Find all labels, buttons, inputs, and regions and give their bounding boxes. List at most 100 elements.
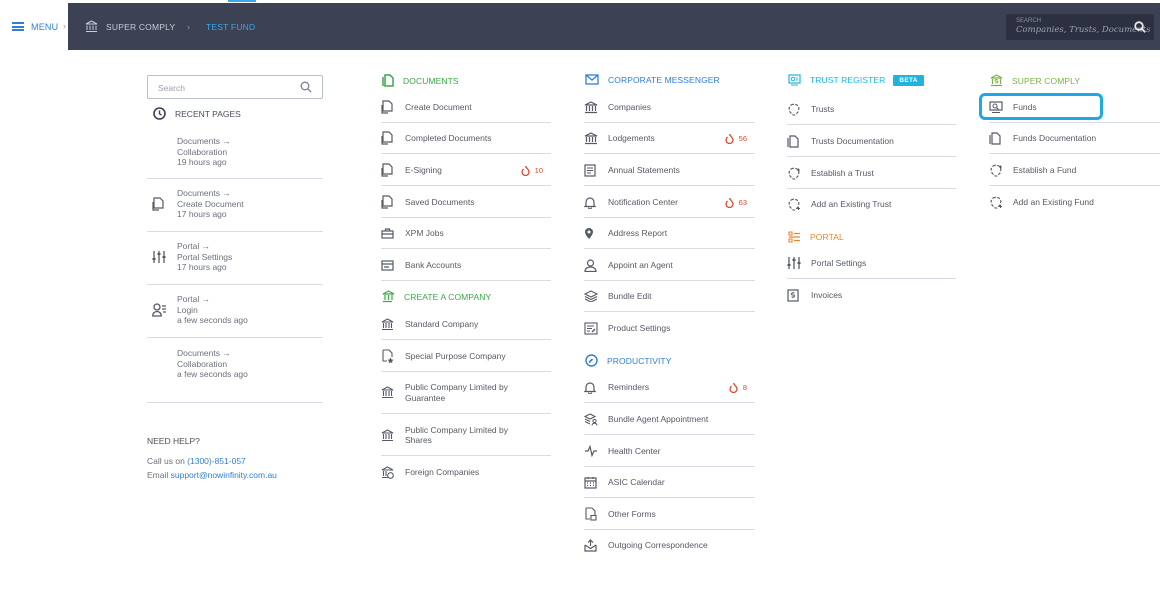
- documents-item-bank-accounts[interactable]: Bank Accounts: [381, 250, 551, 281]
- flame-icon: [729, 382, 738, 393]
- reminders-badge: 8: [729, 382, 747, 393]
- flame-icon: [725, 197, 734, 208]
- recent-page-item[interactable]: Portal → Login a few seconds ago: [147, 286, 323, 338]
- lodgements-count: 56: [738, 133, 747, 143]
- super-item-label: Add an Existing Fund: [1013, 197, 1094, 208]
- recent-pages-heading: RECENT PAGES: [153, 107, 241, 120]
- super-item-establish-fund[interactable]: Establish a Fund: [989, 155, 1160, 186]
- company-item-standard[interactable]: Standard Company: [381, 309, 551, 340]
- corporate-item-annual-statements[interactable]: Annual Statements: [584, 155, 755, 186]
- breadcrumb-home[interactable]: SUPER COMPLY: [85, 3, 175, 50]
- recent-page-section: Documents →: [177, 136, 231, 146]
- building-plus-icon: [382, 290, 395, 303]
- corporate-item-label: Lodgements: [608, 132, 655, 143]
- recent-page-item[interactable]: Documents → Collaboration a few seconds …: [147, 339, 323, 403]
- documents-item-saved-documents[interactable]: Saved Documents: [381, 187, 551, 218]
- map-pin-icon: [585, 227, 593, 239]
- corporate-item-product-settings[interactable]: Product Settings: [584, 313, 755, 344]
- productivity-item-asic-calendar[interactable]: ASIC Calendar: [584, 467, 755, 498]
- help-email-link[interactable]: support@nowinfinity.com.au: [171, 470, 277, 480]
- corporate-item-lodgements[interactable]: Lodgements 56: [584, 123, 755, 154]
- outbox-icon: [584, 539, 597, 552]
- bank-icon: [584, 131, 598, 144]
- documents-icon: [382, 74, 394, 87]
- recent-page-item[interactable]: Portal → Portal Settings 17 hours ago: [147, 233, 323, 285]
- envelope-icon: [585, 74, 599, 85]
- documents-item-e-signing[interactable]: E-Signing 10: [381, 155, 551, 186]
- portal-item-invoices[interactable]: Invoices: [787, 280, 956, 311]
- corporate-item-label: Appoint an Agent: [608, 259, 673, 270]
- bell-icon: [584, 196, 596, 209]
- corporate-item-notification-center[interactable]: Notification Center 63: [584, 187, 755, 218]
- documents-heading: DOCUMENTS: [382, 74, 459, 87]
- help-phone-link[interactable]: (1300)-851-057: [187, 456, 246, 466]
- corporate-item-bundle-edit[interactable]: Bundle Edit: [584, 281, 755, 312]
- global-search-input[interactable]: SEARCH Companies, Trusts, Documents: [1006, 14, 1154, 40]
- help-phone-line: Call us on (1300)-851-057: [147, 456, 246, 466]
- trust-item-add-existing-trust[interactable]: Add an Existing Trust: [787, 189, 956, 220]
- corporate-item-appoint-agent[interactable]: Appoint an Agent: [584, 250, 755, 281]
- create-company-title: CREATE A COMPANY: [404, 291, 492, 302]
- portal-item-settings[interactable]: Portal Settings: [787, 248, 956, 279]
- create-company-heading: CREATE A COMPANY: [382, 290, 491, 303]
- company-item-public-guarantee[interactable]: Public Company Limited by Guarantee: [381, 372, 551, 414]
- pulse-icon: [585, 445, 597, 457]
- productivity-item-outgoing-correspondence[interactable]: Outgoing Correspondence: [584, 530, 755, 561]
- super-comply-title: SUPER COMPLY: [1012, 75, 1081, 86]
- help-email-line: Email support@nowinfinity.com.au: [147, 470, 277, 480]
- portal-item-label: Invoices: [811, 290, 843, 301]
- document-sign-icon: [381, 163, 393, 177]
- menu-button[interactable]: MENU: [0, 3, 68, 50]
- global-search-caption: SEARCH: [1016, 18, 1042, 24]
- super-item-funds-documentation[interactable]: Funds Documentation: [989, 123, 1160, 154]
- lodgements-badge: 56: [725, 133, 747, 144]
- recent-page-item[interactable]: Documents → Collaboration 19 hours ago: [147, 127, 323, 179]
- productivity-item-label: ASIC Calendar: [608, 476, 665, 487]
- need-help-title: NEED HELP?: [147, 436, 200, 446]
- menu-search-input[interactable]: Search: [147, 75, 323, 99]
- super-item-add-existing-fund[interactable]: Add an Existing Fund: [989, 187, 1160, 218]
- settings-list-icon: [584, 322, 598, 335]
- trust-item-trusts[interactable]: Trusts: [787, 94, 956, 125]
- corporate-item-companies[interactable]: Companies: [584, 92, 755, 123]
- documents-icon: [989, 131, 1001, 145]
- company-item-public-shares[interactable]: Public Company Limited by Shares: [381, 415, 551, 456]
- documents-icon: [787, 134, 799, 148]
- productivity-item-other-forms[interactable]: Other Forms: [584, 499, 755, 530]
- bank-dollar-icon: [990, 74, 1003, 87]
- documents-item-xpm-jobs[interactable]: XPM Jobs: [381, 218, 551, 249]
- trust-item-trusts-documentation[interactable]: Trusts Documentation: [787, 126, 956, 157]
- help-email-label: Email: [147, 470, 171, 480]
- breadcrumb-separator: ›: [187, 21, 191, 32]
- productivity-item-health-center[interactable]: Health Center: [584, 436, 755, 467]
- trust-register-title: TRUST REGISTER: [810, 75, 886, 85]
- recent-page-name: Collaboration: [177, 146, 228, 157]
- documents-item-label: XPM Jobs: [405, 227, 444, 238]
- company-item-foreign[interactable]: Foreign Companies: [381, 457, 551, 488]
- trust-item-label: Add an Existing Trust: [811, 199, 892, 210]
- productivity-heading: PRODUCTIVITY: [585, 354, 671, 367]
- documents-item-completed-documents[interactable]: Completed Documents: [381, 123, 551, 154]
- productivity-item-bundle-agent[interactable]: Bundle Agent Appointment: [584, 404, 755, 435]
- company-item-special-purpose[interactable]: Special Purpose Company: [381, 341, 551, 372]
- recent-page-time: 17 hours ago: [177, 262, 227, 272]
- register-icon: [788, 74, 801, 86]
- trust-item-establish-trust[interactable]: Establish a Trust: [787, 158, 956, 189]
- user-icon: [584, 258, 597, 272]
- documents-item-create-document[interactable]: Create Document: [381, 92, 551, 123]
- search-icon[interactable]: [1134, 21, 1146, 33]
- building-globe-icon: [381, 466, 394, 479]
- corporate-item-address-report[interactable]: Address Report: [584, 218, 755, 249]
- trust-item-label: Trusts: [811, 103, 835, 114]
- breadcrumb-current[interactable]: TEST FUND: [206, 0, 257, 50]
- search-icon[interactable]: [300, 81, 312, 93]
- bank-card-icon: [381, 259, 394, 271]
- flame-icon: [725, 133, 734, 144]
- bank-icon: [584, 100, 598, 113]
- corporate-item-label: Companies: [608, 101, 651, 112]
- funds-highlight-outline: [979, 93, 1103, 120]
- productivity-item-reminders[interactable]: Reminders 8: [584, 372, 755, 403]
- recent-page-item[interactable]: Documents → Create Document 17 hours ago: [147, 180, 323, 232]
- bell-icon: [584, 381, 596, 394]
- trust-register-heading: TRUST REGISTER BETA: [788, 74, 924, 86]
